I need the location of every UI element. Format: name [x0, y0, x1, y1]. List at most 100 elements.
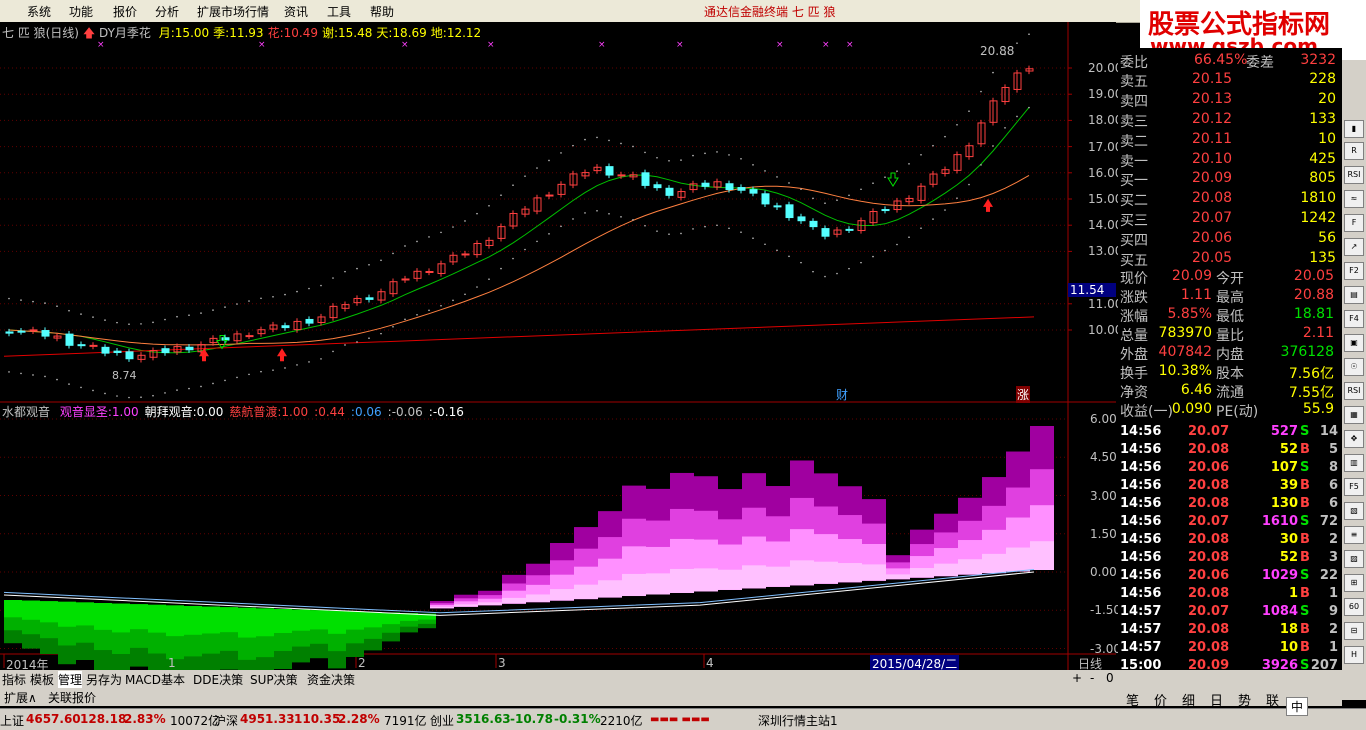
chart-tool-icon[interactable]: ☉ [1344, 358, 1364, 376]
status-amount: 7191亿 [384, 714, 427, 728]
chart-tool-icon[interactable]: F2 [1344, 262, 1364, 280]
band-dot [872, 182, 874, 185]
sell-level-row[interactable]: 卖四 20.13 20 [1118, 91, 1340, 110]
bottom-tab[interactable]: 扩展∧ [4, 689, 37, 706]
kline-chart[interactable]: 七 匹 狼(日线) 🡅 DY月季花 月:15.00 季:11.93 花:10.49 谢… [0, 22, 1122, 672]
move-icon[interactable]: ✥ [1344, 430, 1364, 448]
sell-level-row[interactable]: 卖五 20.15 228 [1118, 71, 1340, 90]
quote-value: 7.55亿 [1288, 385, 1334, 401]
candle-body [701, 182, 710, 187]
band-dot [128, 323, 130, 325]
server-name[interactable]: 深圳行情主站1 [758, 712, 838, 729]
sub-axis-label: 6.00 [1090, 412, 1117, 426]
bottom-tab[interactable]: SUP决策 [250, 671, 298, 688]
limit-up-mark[interactable]: 涨 [1016, 386, 1031, 403]
buy-level-row[interactable]: 买三 20.07 1242 [1118, 210, 1340, 229]
tick-price: 20.07 [1188, 604, 1230, 619]
chart-tool-icon[interactable]: F4 [1344, 310, 1364, 328]
bottom-tab[interactable]: DDE决策 [193, 671, 243, 688]
menu-item-analysis[interactable]: 分析 [155, 3, 179, 20]
right-tab[interactable]: 笔 [1126, 690, 1139, 709]
menu-item-tools[interactable]: 工具 [327, 3, 351, 20]
bottom-tab[interactable]: 管理 [58, 671, 83, 688]
candle-body [725, 183, 734, 191]
buy-level-row[interactable]: 买一 20.09 805 [1118, 170, 1340, 189]
bottom-tab[interactable]: MACD基本 [125, 671, 185, 688]
chart-tool-icon[interactable]: ⊟ [1344, 622, 1364, 640]
chart-tool-icon[interactable]: F [1344, 214, 1364, 232]
chart-tool-icon[interactable]: 60 [1344, 598, 1364, 616]
chart-tool-icon[interactable]: R [1344, 142, 1364, 160]
tick-row: 14:56 20.06 1029 S 22 [1118, 568, 1340, 586]
chart-tool-icon[interactable]: RSI [1344, 382, 1364, 400]
chart-tool-icon[interactable]: ▦ [1344, 406, 1364, 424]
candle-body [245, 335, 254, 338]
buy-level-row[interactable]: 买二 20.08 1810 [1118, 190, 1340, 209]
bottom-tab[interactable]: 资金决策 [307, 671, 355, 688]
chart-tool-icon[interactable]: ↗ [1344, 238, 1364, 256]
chart-tool-icon[interactable]: ⊞ [1344, 574, 1364, 592]
menu-item-news[interactable]: 资讯 [284, 3, 308, 20]
menu-item-quote[interactable]: 报价 [113, 3, 137, 20]
band-dot [452, 226, 454, 228]
menu-item-system[interactable]: 系统 [27, 3, 51, 20]
right-tab[interactable]: 价 [1154, 690, 1167, 709]
bottom-tab[interactable]: 关联报价 [48, 689, 96, 706]
menu-item-help[interactable]: 帮助 [370, 3, 394, 20]
current-price-tag: 11.54 [1068, 283, 1116, 297]
right-tab[interactable]: 细 [1182, 690, 1195, 709]
band-dot [104, 392, 106, 395]
status-label[interactable]: 沪深 [214, 712, 238, 729]
book-label: 买二 [1120, 193, 1148, 209]
chart-tool-icon[interactable]: ▮ [1344, 120, 1364, 138]
chart-tool-icon[interactable]: H [1344, 646, 1364, 664]
right-tab[interactable]: 日 [1210, 690, 1223, 709]
chart-tool-icon[interactable]: ≈ [1344, 190, 1364, 208]
zoom-in-button[interactable]: + [1072, 671, 1082, 687]
chart-tool-icon[interactable]: ▣ [1344, 334, 1364, 352]
chart-tool-icon[interactable]: ▥ [1344, 454, 1364, 472]
band-dot [368, 337, 370, 339]
band-dot [668, 159, 670, 162]
ime-indicator[interactable]: 中 [1286, 697, 1309, 716]
chart-tool-icon[interactable]: ▨ [1344, 550, 1364, 568]
chart-tool-icon[interactable]: ▧ [1344, 502, 1364, 520]
zoom-reset-button[interactable]: 0 [1106, 671, 1114, 687]
finance-mark[interactable]: 财 [836, 386, 848, 403]
status-label[interactable]: 创业 [430, 712, 454, 729]
band-dot [776, 249, 778, 252]
band-dot [224, 379, 226, 382]
chart-tool-icon[interactable]: ▤ [1344, 286, 1364, 304]
buy-arrow-icon [983, 198, 993, 212]
chart-tool-icon[interactable]: ≡ [1344, 526, 1364, 544]
zoom-out-button[interactable]: - [1090, 671, 1094, 687]
bottom-tab[interactable]: 模板 [30, 671, 54, 688]
sell-level-row[interactable]: 卖一 20.10 425 [1118, 151, 1340, 170]
status-pct: 2.28% [338, 712, 380, 726]
marker-icon: × [676, 40, 684, 50]
rsi-icon[interactable]: RSI [1344, 166, 1364, 184]
tick-time: 14:56 [1120, 460, 1162, 475]
band-dot [344, 344, 346, 346]
band-dot [932, 218, 934, 220]
quote-label: 股本 [1216, 366, 1244, 382]
bottom-tab[interactable]: 指标 [2, 671, 26, 688]
buy-level-row[interactable]: 买四 20.06 56 [1118, 230, 1340, 249]
sell-level-row[interactable]: 卖二 20.11 10 [1118, 131, 1340, 150]
right-tab[interactable]: 势 [1238, 690, 1251, 709]
bottom-tab[interactable]: 另存为 [86, 671, 122, 688]
menu-item-function[interactable]: 功能 [69, 3, 93, 20]
tick-time: 14:56 [1120, 568, 1162, 583]
buy-level-row[interactable]: 买五 20.05 135 [1118, 250, 1340, 269]
sub-bar-pink [526, 594, 550, 603]
band-dot [920, 153, 922, 156]
band-dot [716, 151, 718, 153]
market-indicator-icon: ▬▬▬ ▬▬▬ [650, 714, 710, 725]
sell-level-row[interactable]: 卖三 20.12 133 [1118, 111, 1340, 130]
status-label[interactable]: 上证 [0, 712, 24, 729]
chart-tool-icon[interactable]: F5 [1344, 478, 1364, 496]
sub-bar-pink [502, 597, 526, 604]
right-tab[interactable]: 联 [1266, 690, 1279, 709]
quote-value: 20.09 [1171, 268, 1212, 284]
menu-item-ext-market[interactable]: 扩展市场行情 [197, 3, 269, 20]
